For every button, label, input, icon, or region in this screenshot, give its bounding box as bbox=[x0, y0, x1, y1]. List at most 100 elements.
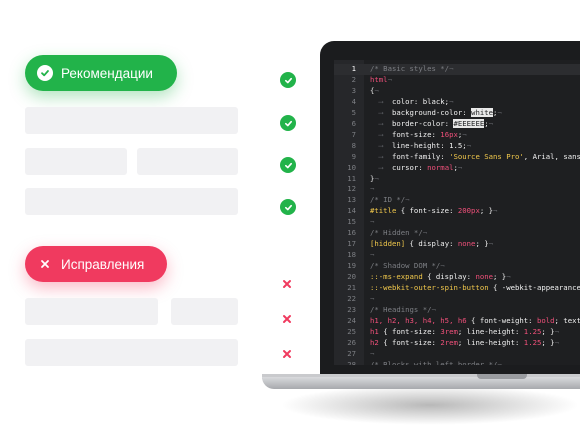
line-number: 9 bbox=[351, 151, 356, 161]
line-number: 16 bbox=[347, 228, 356, 238]
code-token: { font-weight: bbox=[466, 315, 537, 325]
code-token: line-height: 1.5; bbox=[391, 140, 467, 150]
code-token: ⟶ bbox=[370, 162, 392, 172]
code-token: 'Source Sans Pro' bbox=[449, 151, 524, 161]
line-number: 18 bbox=[347, 250, 356, 260]
line-number: 24 bbox=[347, 315, 356, 325]
code-token: ; line-height: bbox=[457, 337, 524, 347]
line-number: 7 bbox=[351, 129, 356, 139]
code-line[interactable]: 21::-webkit-outer-spin-button { -webkit-… bbox=[334, 283, 580, 294]
code-token: ⟶ bbox=[370, 96, 392, 106]
line-number: 12 bbox=[347, 184, 356, 194]
placeholder-line bbox=[171, 298, 238, 325]
placeholder-line bbox=[137, 148, 238, 175]
laptop-notch bbox=[477, 374, 527, 379]
code-line[interactable]: 7 ⟶ font-size: 16px;¬ bbox=[334, 130, 580, 141]
code-line[interactable]: 27 ¬ bbox=[334, 349, 580, 360]
code-line[interactable]: 11}¬ bbox=[334, 174, 580, 185]
code-token: ¬ bbox=[497, 359, 502, 365]
code-token: { font-size: bbox=[396, 206, 458, 216]
code-token: ¬ bbox=[449, 96, 454, 106]
close-icon bbox=[37, 256, 53, 272]
code-token: ¬ bbox=[422, 228, 428, 238]
code-line[interactable]: 20::-ms-expand { display: none; }¬ bbox=[334, 272, 580, 283]
line-number: 25 bbox=[347, 326, 356, 336]
line-number: 8 bbox=[351, 140, 356, 150]
code-line[interactable]: 18 ¬ bbox=[334, 250, 580, 261]
line-number: 11 bbox=[347, 173, 356, 183]
code-token: ¬ bbox=[449, 64, 454, 73]
code-token: h2 bbox=[370, 337, 379, 347]
code-line[interactable]: 12 ¬ bbox=[334, 184, 580, 195]
code-token: { display: bbox=[405, 239, 458, 249]
fixes-badge[interactable]: Исправления bbox=[25, 246, 167, 282]
code-token: ¬ bbox=[466, 140, 472, 150]
code-token: ; line-height: bbox=[457, 326, 524, 336]
line-number: 2 bbox=[351, 74, 356, 84]
code-line[interactable]: 22 ¬ bbox=[334, 294, 580, 305]
code-token: ::-webkit-outer-spin-button bbox=[370, 283, 489, 292]
code-token: ; } bbox=[541, 326, 555, 336]
fixes-label: Исправления bbox=[61, 256, 145, 272]
code-line[interactable]: 23 /* Headings */¬ bbox=[334, 305, 580, 316]
code-line[interactable]: 13 /* ID */¬ bbox=[334, 195, 580, 206]
check-icon bbox=[280, 115, 296, 131]
code-token: 2rem bbox=[440, 337, 458, 347]
line-number: 3 bbox=[351, 85, 356, 95]
code-line[interactable]: 2 html¬ bbox=[334, 75, 580, 86]
code-token: html bbox=[370, 74, 388, 84]
code-token: ¬ bbox=[506, 272, 511, 282]
placeholder-line bbox=[25, 107, 238, 134]
code-token: ¬ bbox=[457, 162, 463, 172]
code-token: none bbox=[475, 272, 494, 282]
line-number: 10 bbox=[347, 162, 356, 172]
check-icon bbox=[280, 157, 296, 173]
code-token: ; } bbox=[493, 272, 507, 282]
line-number: 4 bbox=[351, 96, 356, 106]
code-line[interactable]: 14 #title { font-size: 200px; }¬ bbox=[334, 206, 580, 217]
code-line[interactable]: 5 ⟶ background-color: white;¬ bbox=[334, 107, 580, 119]
code-line[interactable]: 10 ⟶ cursor: normal;¬ bbox=[334, 163, 580, 174]
recommendations-label: Рекомендации bbox=[61, 65, 153, 81]
code-line[interactable]: 26 h2 { font-size: 2rem; line-height: 1.2… bbox=[334, 338, 580, 349]
code-token: ¬ bbox=[387, 74, 392, 84]
code-token: bold bbox=[536, 315, 555, 325]
code-line[interactable]: 8 ⟶ line-height: 1.5;¬ bbox=[334, 141, 580, 152]
close-icon bbox=[279, 276, 295, 292]
code-line[interactable]: 9 ⟶ font-family: 'Source Sans Pro', Aria… bbox=[334, 152, 580, 163]
code-editor[interactable]: 1/* Basic styles */¬ 2 html¬ 3 {¬ 4 ⟶ color: … bbox=[334, 60, 580, 365]
code-token: /* Hidden */ bbox=[370, 228, 423, 238]
code-line[interactable]: 19 /* Shadow DOM */¬ bbox=[334, 261, 580, 272]
line-number: 21 bbox=[347, 283, 356, 292]
code-token: ⟶ bbox=[370, 118, 392, 128]
code-line[interactable]: 16 /* Hidden */¬ bbox=[334, 228, 580, 239]
code-line[interactable]: 6 ⟶ border-color: #EEEEEE;¬ bbox=[334, 118, 580, 130]
code-line[interactable]: 25 h1 { font-size: 3rem; line-height: 1.2… bbox=[334, 327, 580, 338]
code-line[interactable]: 17 [hidden] { display: none; }¬ bbox=[334, 239, 580, 250]
code-line[interactable]: 24 h1, h2, h3, h4, h5, h6 { font-weight: … bbox=[334, 316, 580, 327]
line-number: 5 bbox=[351, 107, 356, 117]
code-token: font-size: bbox=[391, 129, 441, 139]
code-token: , Arial, sans-serif bbox=[523, 151, 580, 161]
code-line[interactable]: 28 /* Blocks with left border */¬ bbox=[334, 360, 580, 365]
code-token: ¬ bbox=[370, 184, 375, 194]
code-line[interactable]: 15 ¬ bbox=[334, 217, 580, 228]
placeholder-line bbox=[25, 188, 238, 215]
code-token: 16px bbox=[440, 129, 458, 139]
code-token: cursor: bbox=[391, 162, 428, 172]
code-token: ¬ bbox=[493, 206, 498, 216]
code-token: /* Shadow DOM */ bbox=[370, 261, 441, 271]
placeholder-line bbox=[25, 339, 238, 366]
close-icon bbox=[279, 311, 295, 327]
code-line[interactable]: 1 /* Basic styles */¬ bbox=[334, 64, 580, 75]
code-token: normal bbox=[427, 162, 454, 172]
code-line[interactable]: 3 {¬ bbox=[334, 86, 580, 97]
code-line[interactable]: 4 ⟶ color: black;¬ bbox=[334, 97, 580, 108]
recommendations-badge[interactable]: Рекомендации bbox=[25, 55, 177, 91]
placeholder-line bbox=[25, 148, 127, 175]
code-token: 1.25 bbox=[523, 337, 542, 347]
code-token: ; } bbox=[475, 239, 489, 249]
code-token: ¬ bbox=[370, 250, 375, 260]
code-token: #EEEEEE bbox=[453, 118, 485, 128]
code-token: ⟶ bbox=[370, 129, 392, 139]
